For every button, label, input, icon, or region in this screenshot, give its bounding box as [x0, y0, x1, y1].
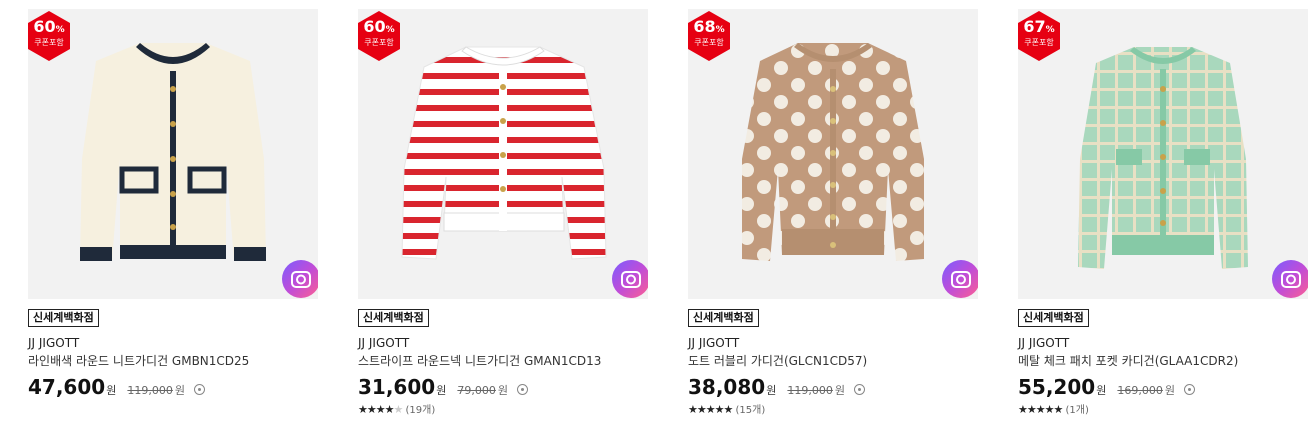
store-tag: 신세계백화점	[28, 309, 99, 327]
product-name[interactable]: 라인배색 라운드 니트가디건 GMBN1CD25	[28, 353, 318, 369]
product-card[interactable]: 60% 쿠폰포함 신세계백화점 JJ JIGOTT 스트라이프 라운드넥 니트가…	[358, 9, 648, 429]
original-price: 169,000	[1117, 384, 1163, 397]
product-card[interactable]: 68% 쿠폰포함 신세계백화점 JJ JIGOTT 도트 러블리 가디건(GLC…	[688, 9, 978, 429]
sale-price: 55,200	[1018, 375, 1096, 399]
store-tag: 신세계백화점	[688, 309, 759, 327]
camera-icon	[1281, 271, 1301, 288]
price-row: 38,080원 119,000 원	[688, 375, 978, 401]
discount-badge: 67% 쿠폰포함	[1018, 11, 1062, 61]
product-image[interactable]: 60% 쿠폰포함	[28, 9, 318, 299]
star-rating: ★★★★★	[358, 403, 403, 416]
discount-badge: 60% 쿠폰포함	[28, 11, 72, 61]
brand-name[interactable]: JJ JIGOTT	[358, 336, 648, 351]
original-price: 79,000	[457, 384, 496, 397]
rating-row: ★★★★★ (19개)	[358, 404, 648, 417]
product-name[interactable]: 스트라이프 라운드넥 니트가디건 GMAN1CD13	[358, 353, 648, 369]
camera-search-button[interactable]	[612, 260, 648, 298]
camera-search-button[interactable]	[1272, 260, 1308, 298]
original-price: 119,000	[127, 384, 173, 397]
discount-percent: 60	[33, 17, 56, 36]
review-count[interactable]: (19개)	[406, 405, 436, 416]
store-tag: 신세계백화점	[1018, 309, 1089, 327]
star-rating: ★★★★★	[688, 403, 733, 416]
discount-percent: 60	[363, 17, 386, 36]
coupon-label: 쿠폰포함	[34, 38, 64, 47]
price-row: 31,600원 79,000 원	[358, 375, 648, 401]
product-name[interactable]: 도트 러블리 가디건(GLCN1CD57)	[688, 353, 978, 369]
star-rating: ★★★★★	[1018, 403, 1063, 416]
camera-search-button[interactable]	[282, 260, 318, 298]
original-price: 119,000	[787, 384, 833, 397]
product-image[interactable]: 67% 쿠폰포함	[1018, 9, 1308, 299]
price-row: 55,200원 169,000 원	[1018, 375, 1308, 401]
camera-icon	[951, 271, 971, 288]
coupon-label: 쿠폰포함	[364, 38, 394, 47]
sale-price: 31,600	[358, 375, 436, 399]
rating-row: ★★★★★ (1개)	[1018, 404, 1308, 417]
product-image[interactable]: 60% 쿠폰포함	[358, 9, 648, 299]
camera-search-button[interactable]	[942, 260, 978, 298]
product-image[interactable]: 68% 쿠폰포함	[688, 9, 978, 299]
sale-price: 47,600	[28, 375, 106, 399]
product-grid: 60% 쿠폰포함 신세계백화점 JJ JIGOTT 라인배색 라운드 니트가디건…	[0, 0, 1309, 435]
store-tag: 신세계백화점	[358, 309, 429, 327]
discount-percent: 68	[693, 17, 716, 36]
price-info-icon[interactable]	[1184, 384, 1196, 395]
discount-percent: 67	[1023, 17, 1046, 36]
coupon-label: 쿠폰포함	[1024, 38, 1054, 47]
product-name[interactable]: 메탈 체크 패치 포켓 카디건(GLAA1CDR2)	[1018, 353, 1308, 369]
price-info-icon[interactable]	[194, 384, 206, 395]
brand-name[interactable]: JJ JIGOTT	[1018, 336, 1308, 351]
rating-row: ★★★★★ (15개)	[688, 404, 978, 417]
discount-badge: 60% 쿠폰포함	[358, 11, 402, 61]
review-count[interactable]: (1개)	[1066, 405, 1089, 416]
camera-icon	[291, 271, 311, 288]
camera-icon	[621, 271, 641, 288]
product-card[interactable]: 60% 쿠폰포함 신세계백화점 JJ JIGOTT 라인배색 라운드 니트가디건…	[28, 9, 318, 429]
price-info-icon[interactable]	[854, 384, 866, 395]
brand-name[interactable]: JJ JIGOTT	[28, 336, 318, 351]
discount-badge: 68% 쿠폰포함	[688, 11, 732, 61]
price-row: 47,600원 119,000 원	[28, 375, 318, 401]
coupon-label: 쿠폰포함	[694, 38, 724, 47]
review-count[interactable]: (15개)	[736, 405, 766, 416]
price-info-icon[interactable]	[517, 384, 529, 395]
brand-name[interactable]: JJ JIGOTT	[688, 336, 978, 351]
product-card[interactable]: 67% 쿠폰포함 신세계백화점 JJ JIGOTT 메탈 체크 패치 포켓 카디…	[1018, 9, 1308, 429]
sale-price: 38,080	[688, 375, 766, 399]
